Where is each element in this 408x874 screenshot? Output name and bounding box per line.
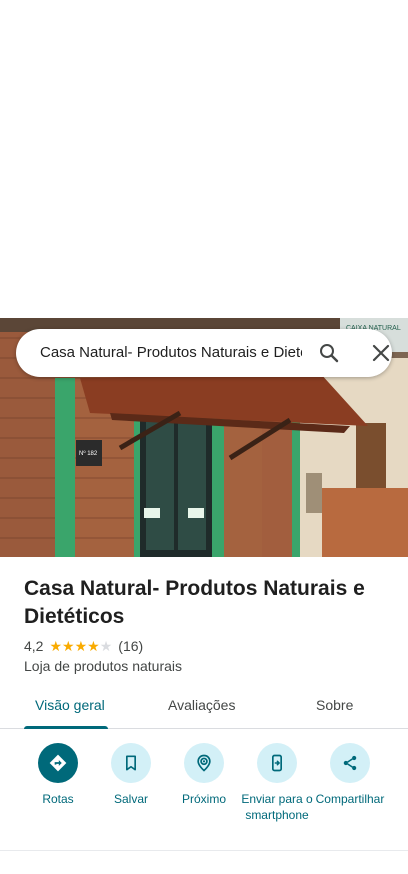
send-to-phone-button[interactable]: Enviar para o smartphone (237, 743, 317, 823)
review-count: (16) (118, 638, 144, 654)
search-icon[interactable] (317, 341, 341, 365)
send-to-phone-icon (257, 743, 297, 783)
directions-button[interactable]: Rotas (18, 743, 98, 807)
save-button[interactable]: Salvar (91, 743, 171, 807)
star-icon: ★ (49, 638, 63, 654)
nearby-icon (184, 743, 224, 783)
place-title: Casa Natural- Produtos Naturais e Dietét… (24, 577, 365, 628)
directions-icon (38, 743, 78, 783)
nearby-button[interactable]: Próximo (164, 743, 244, 807)
place-details-sheet: Casa Natural- Produtos Naturais e Dietét… (0, 557, 408, 874)
address-plaque-text: Nº 182 (79, 450, 98, 457)
tab-bar: Visão geral Avaliações Sobre (0, 693, 408, 729)
tab-about[interactable]: Sobre (316, 697, 353, 713)
active-tab-indicator (24, 726, 108, 729)
directions-label: Rotas (42, 792, 74, 806)
star-icon: ★ (62, 638, 75, 654)
send-to-phone-label: Enviar para o smartphone (241, 792, 313, 822)
bookmark-icon (111, 743, 151, 783)
map-area[interactable] (0, 0, 408, 318)
place-category: Loja de produtos naturais (24, 658, 182, 674)
share-icon (330, 743, 370, 783)
nearby-label: Próximo (181, 792, 226, 806)
search-bar[interactable]: Casa Natural- Produtos Naturais e Dietét… (16, 329, 392, 377)
divider (0, 850, 408, 851)
star-empty-icon: ★ (99, 638, 113, 654)
rating-value: 4,2 (24, 638, 44, 654)
star-icon: ★ (74, 638, 88, 654)
star-icon: ★ (87, 638, 100, 654)
rating-stars: ★ ★ ★ ★ ★ (49, 639, 112, 653)
action-buttons: Rotas Salvar Próximo Enviar para o smart… (0, 743, 408, 847)
tab-overview[interactable]: Visão geral (35, 697, 105, 713)
tab-reviews[interactable]: Avaliações (168, 697, 235, 713)
share-button[interactable]: Compartilhar (310, 743, 390, 807)
rating-row[interactable]: 4,2 ★ ★ ★ ★ ★ (16) (24, 637, 143, 655)
search-input[interactable]: Casa Natural- Produtos Naturais e Dietét… (40, 344, 302, 361)
share-label: Compartilhar (315, 792, 385, 806)
save-label: Salvar (113, 792, 148, 806)
close-icon[interactable] (369, 341, 393, 365)
